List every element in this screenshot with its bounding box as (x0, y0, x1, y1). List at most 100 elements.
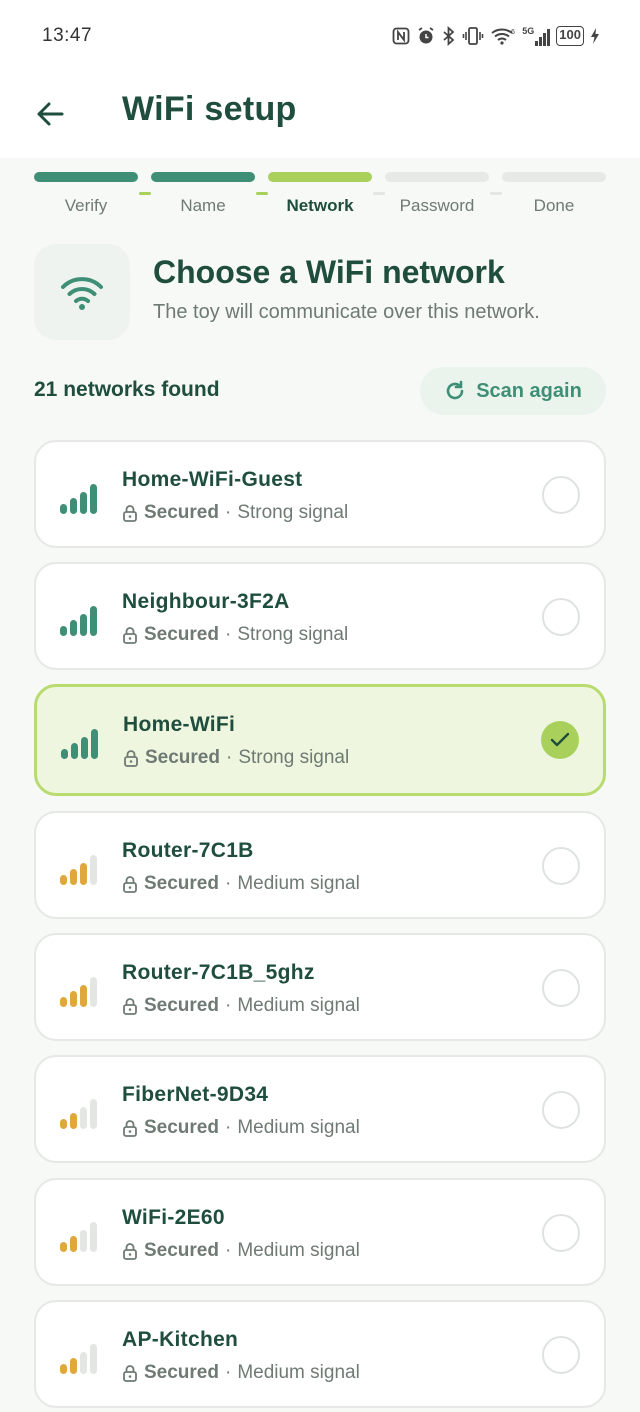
security-label: Secured (144, 1117, 219, 1138)
step-network: Network (268, 172, 372, 216)
back-button[interactable] (30, 94, 70, 134)
signal-strength-icon (61, 729, 98, 759)
network-radio[interactable] (542, 969, 580, 1007)
lock-icon (123, 627, 137, 644)
cellular-icon: 5G (522, 26, 551, 46)
security-label: Secured (144, 502, 219, 523)
security-label: Secured (144, 1362, 219, 1383)
network-item[interactable]: Home-WiFi-Guest Secured · Strong signal (34, 440, 606, 548)
step-name: Name (151, 172, 255, 216)
separator-dot: · (224, 1362, 232, 1383)
step-label: Done (533, 196, 575, 215)
network-radio[interactable] (542, 476, 580, 514)
network-item[interactable]: Router-7C1B Secured · Medium signal (34, 811, 606, 919)
network-meta: Secured · Medium signal (122, 995, 360, 1017)
network-name: Home-WiFi-Guest (122, 468, 303, 491)
network-item[interactable]: Router-7C1B_5ghz Secured · Medium signal (34, 933, 606, 1041)
lock-icon (123, 998, 137, 1015)
signal-label: Strong signal (238, 747, 350, 768)
network-meta: Secured · Strong signal (122, 502, 348, 524)
section-title: Choose a WiFi network (153, 254, 505, 290)
alarm-icon (418, 27, 434, 44)
step-label: Password (399, 196, 475, 215)
separator-dot: · (224, 1240, 232, 1261)
signal-label: Strong signal (237, 502, 349, 523)
step-verify: Verify (34, 172, 138, 216)
network-name: AP-Kitchen (122, 1328, 239, 1351)
step-connector (373, 192, 385, 195)
status-time: 13:47 (42, 25, 93, 46)
step-bar (151, 172, 255, 182)
signal-label: Strong signal (237, 624, 349, 645)
separator-dot: · (224, 995, 232, 1016)
security-label: Secured (145, 747, 220, 768)
signal-strength-icon (60, 855, 97, 885)
network-name: Home-WiFi (123, 713, 236, 736)
network-item[interactable]: WiFi-2E60 Secured · Medium signal (34, 1178, 606, 1286)
svg-text:6: 6 (511, 29, 515, 36)
page-title: WiFi setup (122, 90, 297, 128)
wifi-status-icon: 6 (491, 28, 515, 45)
bluetooth-icon (443, 26, 455, 46)
signal-strength-icon (60, 1222, 97, 1252)
wifi-badge (34, 244, 130, 340)
network-type-label: 5G (522, 26, 535, 36)
network-name: Neighbour-3F2A (122, 590, 290, 613)
signal-strength-icon (60, 606, 97, 636)
network-radio[interactable] (542, 1214, 580, 1252)
step-password: Password (385, 172, 489, 216)
scan-again-label: Scan again (476, 379, 582, 402)
network-item[interactable]: AP-Kitchen Secured · Medium signal (34, 1300, 606, 1408)
network-radio[interactable] (542, 1091, 580, 1129)
signal-label: Medium signal (237, 995, 360, 1016)
network-meta: Secured · Strong signal (122, 624, 348, 646)
lock-icon (123, 1243, 137, 1260)
arrow-left-icon (37, 102, 64, 126)
signal-strength-icon (60, 977, 97, 1007)
status-bar: 13:47 6 5G 100 (0, 0, 640, 72)
wifi-icon (61, 277, 103, 310)
network-meta: Secured · Medium signal (122, 1240, 360, 1262)
signal-label: Medium signal (237, 1117, 360, 1138)
networks-count: 21 networks found (34, 378, 220, 401)
separator-dot: · (224, 1117, 232, 1138)
separator-dot: · (224, 624, 232, 645)
refresh-icon (446, 380, 464, 400)
network-item[interactable]: Home-WiFi Secured · Strong signal (34, 684, 606, 796)
security-label: Secured (144, 1240, 219, 1261)
step-bar (268, 172, 372, 182)
network-name: Router-7C1B_5ghz (122, 961, 315, 984)
lock-icon (123, 505, 137, 522)
step-connector (256, 192, 268, 195)
network-name: WiFi-2E60 (122, 1206, 225, 1229)
network-radio[interactable] (542, 847, 580, 885)
section-subtitle: The toy will communicate over this netwo… (153, 301, 540, 323)
signal-label: Medium signal (237, 1240, 360, 1261)
network-item[interactable]: Neighbour-3F2A Secured · Strong signal (34, 562, 606, 670)
scan-again-button[interactable]: Scan again (420, 367, 606, 415)
lock-icon (123, 1365, 137, 1382)
nfc-icon (392, 27, 410, 45)
status-icons: 6 5G 100 (392, 26, 600, 46)
network-radio[interactable] (542, 598, 580, 636)
separator-dot: · (225, 747, 233, 768)
signal-strength-icon (60, 1099, 97, 1129)
signal-strength-icon (60, 1344, 97, 1374)
vibrate-icon (462, 27, 484, 45)
check-icon (550, 732, 570, 747)
network-radio[interactable] (542, 1336, 580, 1374)
network-name: FiberNet-9D34 (122, 1083, 269, 1106)
network-meta: Secured · Medium signal (122, 873, 360, 895)
network-item[interactable]: FiberNet-9D34 Secured · Medium signal (34, 1055, 606, 1163)
network-meta: Secured · Strong signal (123, 747, 349, 769)
charging-icon (591, 28, 599, 44)
progress-stepper: Verify Name Network Password Done (34, 172, 606, 220)
step-label: Network (286, 196, 354, 215)
network-name: Router-7C1B (122, 839, 254, 862)
separator-dot: · (224, 502, 232, 523)
lock-icon (123, 876, 137, 893)
app-header: WiFi setup (0, 72, 640, 158)
lock-icon (123, 1120, 137, 1137)
network-radio[interactable] (541, 721, 579, 759)
step-label: Verify (64, 196, 108, 215)
